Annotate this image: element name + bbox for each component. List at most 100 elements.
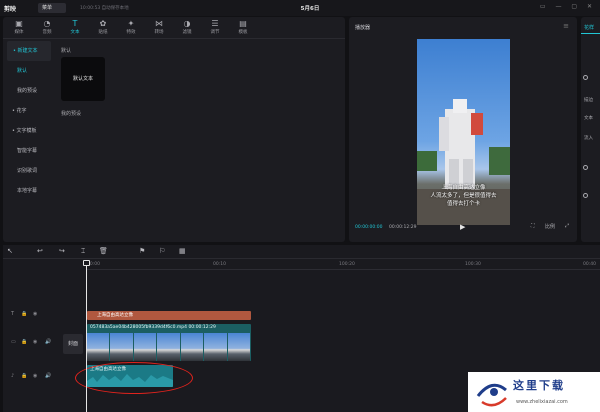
highlight-annotation — [75, 362, 193, 394]
section-preset-label: 我的预设 — [61, 111, 82, 117]
tab-transitions[interactable]: ⋈ 转场 — [145, 19, 173, 39]
app-logo: 剪映 — [4, 6, 17, 13]
watermark-text: 这里下载 — [513, 379, 565, 392]
video-thumbnail — [227, 333, 251, 361]
video-thumbnails — [87, 333, 251, 361]
sidebar-item-text-template[interactable]: • 文字模板 — [3, 121, 55, 141]
text-clip[interactable]: 上海自由高达立像 — [87, 311, 251, 320]
tab-sticker[interactable]: ✿ 贴纸 — [89, 19, 117, 39]
video-thumbnail — [204, 333, 228, 361]
tab-text[interactable]: T 文本 — [61, 19, 89, 39]
sidebar-item-lyrics[interactable]: 识别歌词 — [3, 161, 55, 181]
video-clip[interactable]: 057483a5ae04b428005fb9339d4f6c0.mp4 00:0… — [87, 324, 251, 361]
timeline-toolbar: ↖ ↩ ↪ ⌶ 🗑 ⚑ ⚐ ▦ — [3, 245, 600, 259]
default-text-card[interactable]: 默认文本 — [61, 57, 105, 101]
radio-icon[interactable] — [583, 75, 588, 80]
text-icon: T — [72, 19, 78, 28]
video-thumbnail — [110, 333, 134, 361]
ruler-label: 100:20 — [339, 262, 355, 267]
tab-media[interactable]: ▣ 媒体 — [5, 19, 33, 39]
tab-filters[interactable]: ◑ 滤镜 — [173, 19, 201, 39]
playhead-handle[interactable] — [83, 260, 90, 266]
playhead[interactable] — [86, 261, 87, 412]
watermark-url: www.zhelixiazai.com — [516, 399, 568, 405]
lock-icon[interactable]: 🔒 — [21, 311, 27, 317]
ratio-button[interactable]: 比例 — [545, 223, 555, 230]
media-icon: ▣ — [15, 19, 23, 28]
inspector-label-text: 文本 — [584, 116, 593, 121]
video-caption: 上海自由高达立像 — [417, 183, 510, 191]
resource-panel: ▣ 媒体 ◔ 音频 T 文本 ✿ 贴纸 ✦ 特效 ⋈ 转场 ◑ 滤镜 ☰ 调节 — [3, 17, 345, 242]
mute-icon[interactable]: 🔊 — [45, 339, 51, 345]
play-button[interactable]: ▶ — [460, 223, 465, 231]
sticker-icon: ✿ — [99, 19, 107, 28]
player-title: 播放器 — [355, 25, 371, 31]
total-time: 00:00:12:29 — [389, 225, 417, 230]
video-caption-2: 人流太多了，但是很值得去 — [430, 193, 497, 199]
sidebar-item-auto-captions[interactable]: 智能字幕 — [3, 141, 55, 161]
mute-icon[interactable]: 🔊 — [45, 373, 51, 379]
eye-icon[interactable]: ◉ — [33, 311, 37, 317]
sidebar-item-fancy-text[interactable]: • 花字 — [3, 101, 55, 121]
inspector-panel: 花样 描边 文本 流入 — [581, 17, 600, 242]
sidebar-item-my-presets[interactable]: 我的预设 — [3, 81, 55, 101]
sidebar-item-default[interactable]: 默认 — [3, 61, 55, 81]
select-tool-icon[interactable]: ↖ — [7, 247, 13, 255]
project-title: 5月6日 — [300, 6, 320, 12]
video-thumbnail — [87, 333, 111, 361]
video-track-icon: ▭ — [11, 339, 16, 345]
filter-icon: ◑ — [183, 19, 191, 28]
ruler-track — [87, 269, 600, 270]
inspector-label-stroke: 描边 — [584, 98, 593, 103]
player-menu-icon[interactable]: ≡ — [563, 22, 569, 30]
audio-track-icon: ♪ — [11, 373, 15, 379]
menu-button[interactable]: 菜单 — [38, 3, 66, 13]
autosave-status: 10:00:53 自动保存本地 — [80, 6, 129, 11]
tab-effects[interactable]: ✦ 特效 — [117, 19, 145, 39]
adjust-icon: ☰ — [211, 19, 219, 28]
undo-icon[interactable]: ↩ — [37, 247, 43, 255]
sidebar-item-new-text[interactable]: • 新建文本 — [7, 41, 51, 61]
radio-icon-3[interactable] — [583, 193, 588, 198]
tab-adjust[interactable]: ☰ 调节 — [201, 19, 229, 39]
lock-icon[interactable]: 🔒 — [21, 339, 27, 345]
fit-icon[interactable]: ⛶ — [531, 223, 535, 229]
fullscreen-icon[interactable]: ⤢ — [565, 223, 569, 229]
video-clip-label: 057483a5ae04b428005fb9339d4f6c0.mp4 00:0… — [90, 325, 216, 330]
ruler-label: 00:40 — [583, 262, 596, 267]
video-thumbnail — [133, 333, 158, 361]
tab-audio[interactable]: ◔ 音频 — [33, 19, 61, 39]
radio-icon-2[interactable] — [583, 165, 588, 170]
ruler-label: 00:10 — [213, 262, 226, 267]
inspector-tab-underline — [581, 33, 600, 34]
eye-icon[interactable]: ◉ — [33, 339, 37, 345]
effects-icon: ✦ — [127, 19, 135, 28]
tab-template[interactable]: ▤ 模板 — [229, 19, 257, 39]
video-preview[interactable]: 上海自由高达立像 人流太多了，但是很值得去 值得去打个卡 — [417, 39, 510, 225]
caption-line: 上海自由高达立像 — [441, 185, 486, 191]
current-time: 00:00:00:00 — [355, 225, 383, 230]
sidebar-item-local-captions[interactable]: 本地字幕 — [3, 181, 55, 201]
window-controls[interactable]: ▭ — ▢ ✕ — [540, 3, 596, 10]
redo-icon[interactable]: ↪ — [59, 247, 65, 255]
lock-icon[interactable]: 🔒 — [21, 373, 27, 379]
video-caption-3: 值得去打个卡 — [446, 201, 480, 207]
player-panel: 播放器 ≡ 上海自由高达立像 人流太多了，但是很值得去 值得去打个卡 00:00… — [349, 17, 577, 242]
split-icon[interactable]: ⌶ — [81, 247, 85, 256]
video-thumbnail — [157, 333, 181, 361]
section-default-label: 默认 — [61, 48, 72, 54]
flag-icon[interactable]: ⚐ — [159, 247, 165, 255]
resource-tabs: ▣ 媒体 ◔ 音频 T 文本 ✿ 贴纸 ✦ 特效 ⋈ 转场 ◑ 滤镜 ☰ 调节 — [3, 17, 345, 39]
inspector-tab[interactable]: 花样 — [584, 24, 594, 31]
image-icon[interactable]: ▦ — [179, 247, 186, 255]
video-thumbnail — [180, 333, 205, 361]
watermark-logo — [476, 383, 507, 407]
eye-icon[interactable]: ◉ — [33, 373, 37, 379]
template-icon: ▤ — [239, 19, 247, 28]
title-bar: 剪映 菜单 10:00:53 自动保存本地 5月6日 ▭ — ▢ ✕ — [0, 0, 600, 16]
audio-icon: ◔ — [43, 19, 51, 28]
site-watermark: 这里下载 www.zhelixiazai.com — [468, 372, 600, 412]
marker-icon[interactable]: ⚑ — [139, 247, 145, 255]
delete-icon[interactable]: 🗑 — [99, 247, 108, 255]
cover-button[interactable]: 封面 — [63, 334, 83, 354]
